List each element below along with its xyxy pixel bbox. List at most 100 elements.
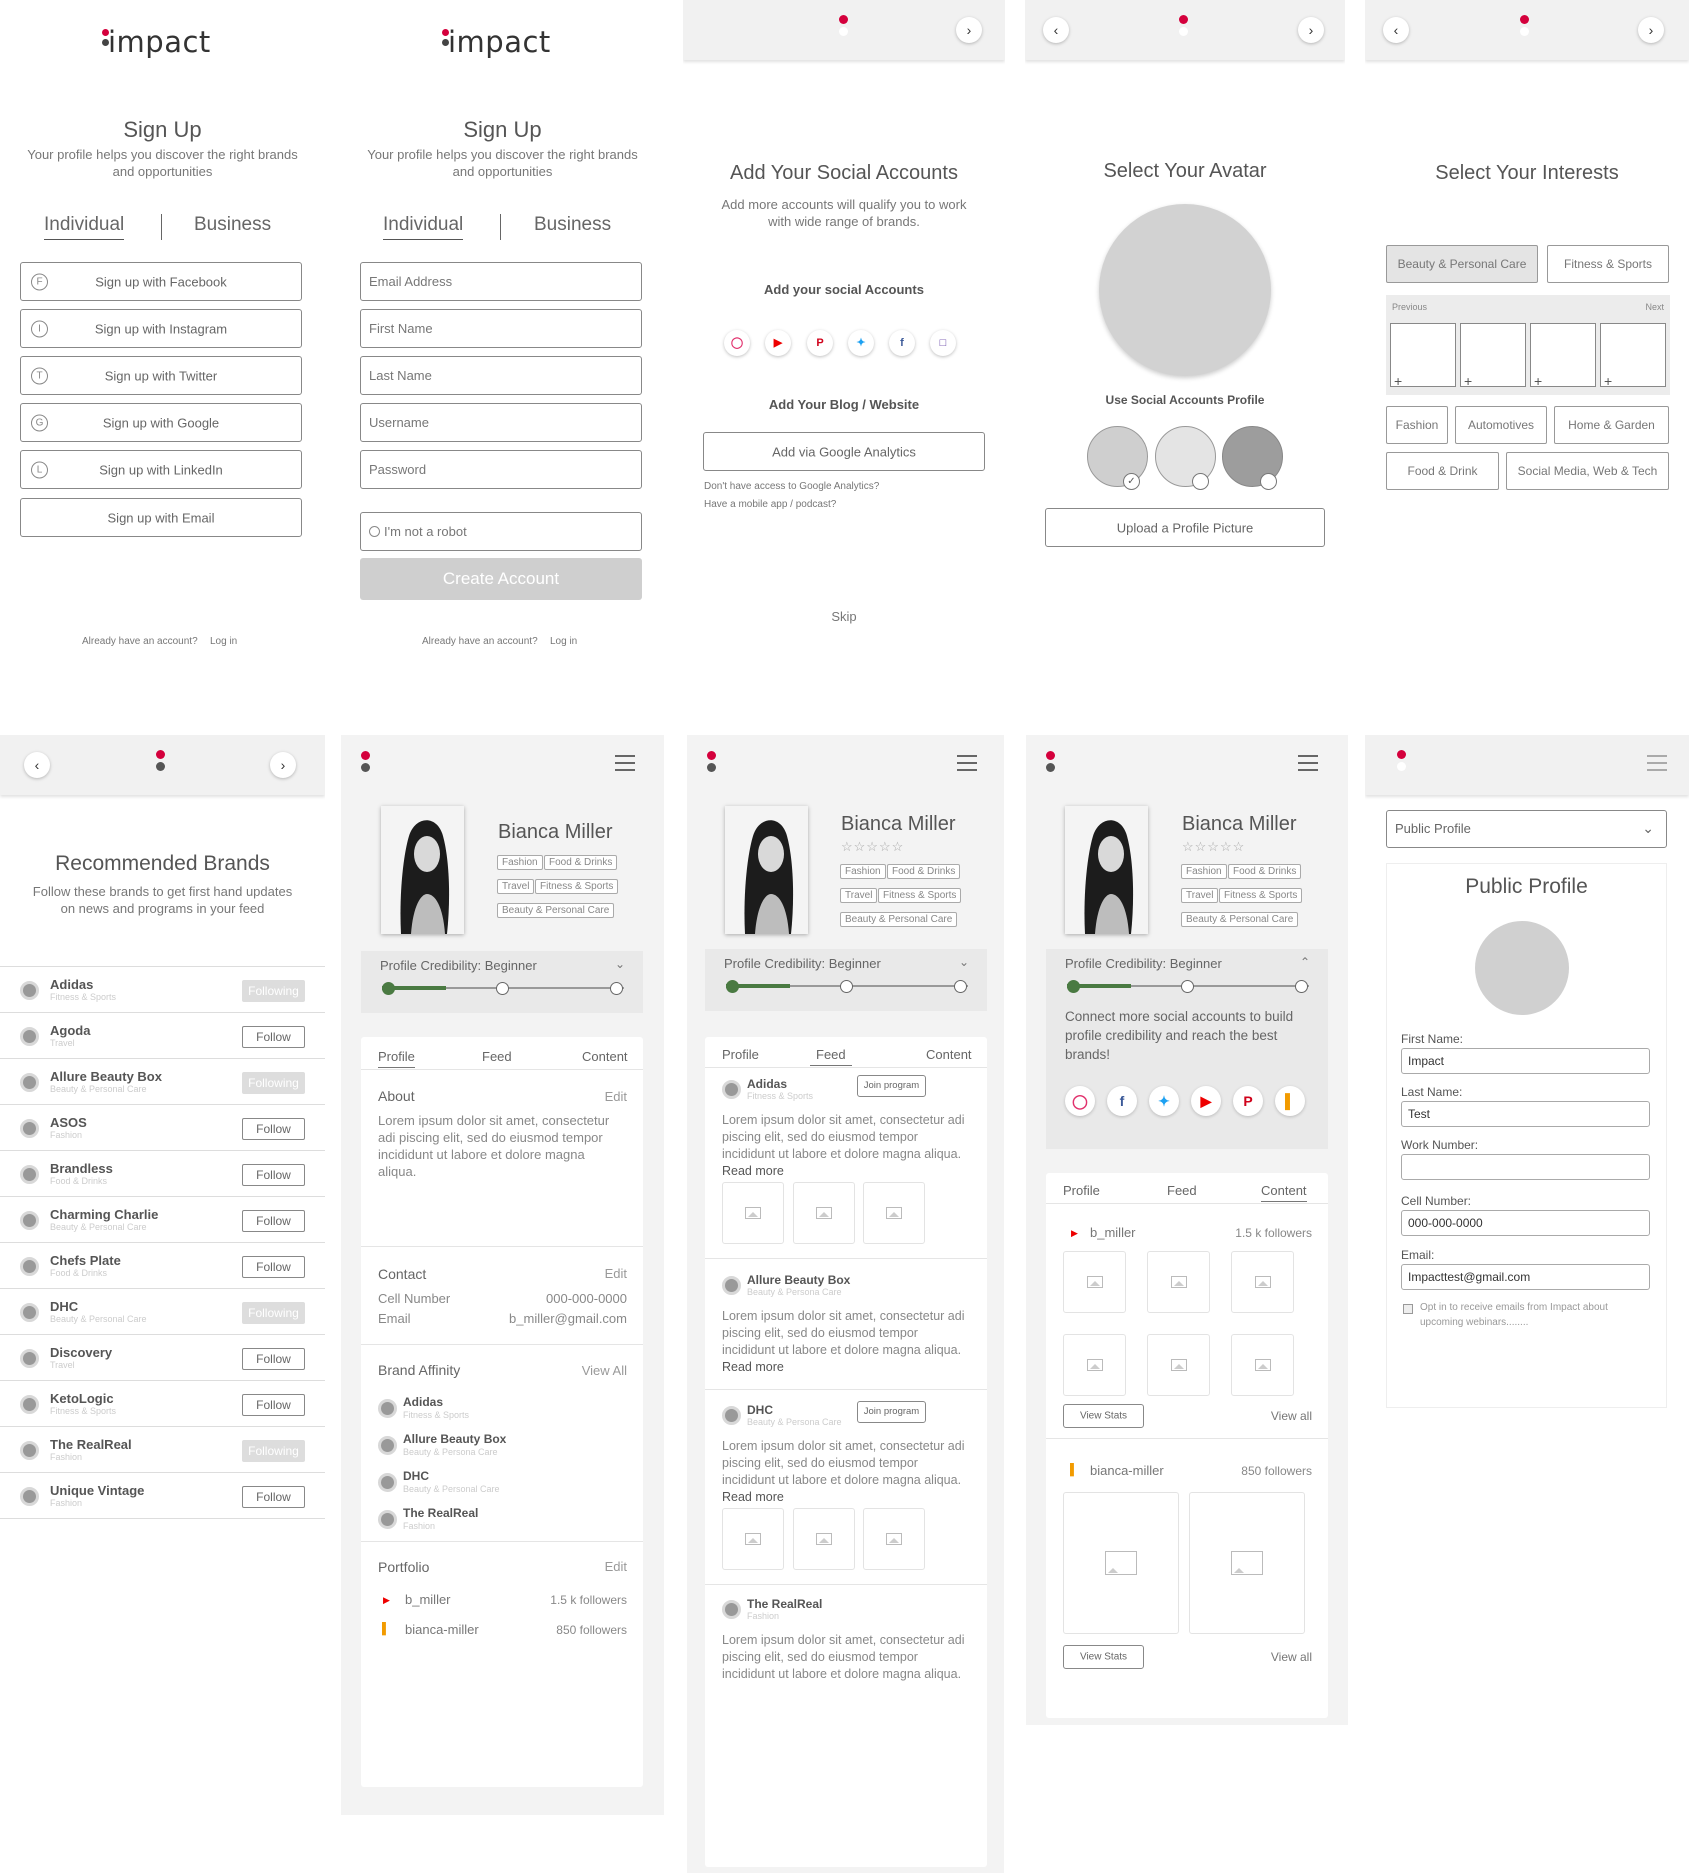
credibility-panel[interactable]: Profile Credibility: Beginner ⌄ (361, 951, 643, 1013)
subcategory-tile[interactable]: + (1530, 323, 1596, 389)
content-thumbnail[interactable] (1231, 1251, 1294, 1313)
interest-chip-automotives[interactable]: Automotives (1455, 406, 1547, 444)
tab-profile[interactable]: Profile (378, 1049, 415, 1068)
tab-content[interactable]: Content (1261, 1183, 1307, 1202)
about-edit-link[interactable]: Edit (605, 1089, 627, 1104)
opt-in-checkbox[interactable] (1403, 1304, 1413, 1314)
google-analytics-button[interactable]: Add via Google Analytics (703, 432, 985, 471)
post-thumbnail[interactable] (722, 1508, 784, 1570)
follow-button[interactable]: Follow (242, 1118, 305, 1140)
twitter-icon[interactable]: ✦ (1149, 1086, 1179, 1116)
tab-feed[interactable]: Feed (810, 1047, 852, 1066)
youtube-icon[interactable]: ▶ (765, 330, 791, 356)
signup-google-button[interactable]: G Sign up with Google (20, 403, 302, 442)
view-all-link[interactable]: View all (1271, 1650, 1312, 1664)
facebook-icon[interactable]: f (1107, 1086, 1137, 1116)
interest-chip-fashion[interactable]: Fashion (1386, 406, 1448, 444)
read-more-link[interactable]: Read more (722, 1164, 784, 1178)
affinity-brand-name[interactable]: The RealReal (403, 1506, 478, 1520)
captcha-radio[interactable] (369, 526, 380, 537)
tab-business[interactable]: Business (194, 214, 271, 236)
interest-chip-home-garden[interactable]: Home & Garden (1554, 406, 1669, 444)
login-link[interactable]: Log in (550, 636, 577, 647)
last-name-input[interactable]: Last Name (360, 356, 642, 395)
back-arrow-icon[interactable]: ‹ (1043, 17, 1069, 43)
affinity-brand-name[interactable]: DHC (403, 1469, 429, 1483)
skip-link[interactable]: Skip (683, 609, 1005, 624)
upload-picture-button[interactable]: Upload a Profile Picture (1045, 508, 1325, 547)
profile-avatar[interactable] (1475, 921, 1569, 1015)
tab-profile[interactable]: Profile (722, 1047, 759, 1062)
next-link[interactable]: Next (1645, 302, 1664, 312)
next-arrow-icon[interactable]: › (270, 752, 296, 778)
follow-button[interactable]: Follow (242, 1256, 305, 1278)
following-button[interactable]: Following (242, 1072, 305, 1094)
affinity-brand-name[interactable]: Allure Beauty Box (403, 1432, 506, 1446)
email-input[interactable]: Email Address (360, 262, 642, 301)
username-input[interactable]: Username (360, 403, 642, 442)
account-handle[interactable]: bianca-miller (1090, 1463, 1164, 1478)
menu-icon[interactable] (1647, 755, 1667, 771)
content-thumbnail[interactable] (1063, 1492, 1179, 1634)
follow-button[interactable]: Follow (242, 1026, 305, 1048)
content-thumbnail[interactable] (1147, 1251, 1210, 1313)
tab-content[interactable]: Content (926, 1047, 972, 1062)
back-arrow-icon[interactable]: ‹ (24, 752, 50, 778)
post-thumbnail[interactable] (863, 1182, 925, 1244)
affinity-brand-name[interactable]: Adidas (403, 1395, 443, 1409)
following-button[interactable]: Following (242, 1440, 305, 1462)
instagram-icon[interactable]: ◯ (724, 330, 750, 356)
tab-business[interactable]: Business (534, 214, 611, 236)
contact-edit-link[interactable]: Edit (605, 1266, 627, 1281)
join-program-button[interactable]: Join program (857, 1401, 926, 1423)
instagram-icon[interactable]: ◯ (1065, 1086, 1095, 1116)
view-all-link[interactable]: View all (1271, 1409, 1312, 1423)
signup-instagram-button[interactable]: I Sign up with Instagram (20, 309, 302, 348)
post-thumbnail[interactable] (793, 1182, 855, 1244)
post-brand-name[interactable]: Allure Beauty Box (747, 1273, 850, 1287)
last-name-field[interactable]: Test (1401, 1101, 1650, 1127)
credibility-panel[interactable]: Profile Credibility: Beginner ⌄ (705, 949, 987, 1011)
follow-button[interactable]: Follow (242, 1164, 305, 1186)
follow-button[interactable]: Follow (242, 1394, 305, 1416)
content-thumbnail[interactable] (1231, 1334, 1294, 1396)
menu-icon[interactable] (957, 755, 977, 771)
tab-individual[interactable]: Individual (44, 214, 125, 240)
next-arrow-icon[interactable]: › (1638, 17, 1664, 43)
next-arrow-icon[interactable]: › (1298, 17, 1324, 43)
next-arrow-icon[interactable]: › (956, 17, 982, 43)
tab-individual[interactable]: Individual (383, 214, 464, 240)
subcategory-tile[interactable]: + (1600, 323, 1666, 389)
password-input[interactable]: Password (360, 450, 642, 489)
captcha-field[interactable]: I'm not a robot (360, 512, 642, 551)
portfolio-edit-link[interactable]: Edit (605, 1559, 627, 1574)
post-thumbnail[interactable] (863, 1508, 925, 1570)
create-account-button[interactable]: Create Account (360, 558, 642, 600)
content-thumbnail[interactable] (1147, 1334, 1210, 1396)
follow-button[interactable]: Follow (242, 1210, 305, 1232)
view-stats-button[interactable]: View Stats (1063, 1404, 1144, 1428)
chevron-down-icon[interactable]: ⌄ (959, 955, 969, 969)
tab-content[interactable]: Content (582, 1049, 628, 1064)
post-brand-name[interactable]: Adidas (747, 1077, 787, 1091)
email-field[interactable]: Impacttest@gmail.com (1401, 1264, 1650, 1290)
signup-linkedin-button[interactable]: L Sign up with LinkedIn (20, 450, 302, 489)
post-thumbnail[interactable] (722, 1182, 784, 1244)
mobile-app-link[interactable]: Have a mobile app / podcast? (704, 499, 836, 510)
affinity-view-all[interactable]: View All (582, 1363, 627, 1378)
chevron-down-icon[interactable]: ⌄ (615, 957, 625, 971)
login-link[interactable]: Log in (210, 636, 237, 647)
portfolio-handle[interactable]: b_miller (405, 1592, 451, 1607)
tab-feed[interactable]: Feed (482, 1049, 512, 1064)
read-more-link[interactable]: Read more (722, 1360, 784, 1374)
read-more-link[interactable]: Read more (722, 1490, 784, 1504)
no-analytics-link[interactable]: Don't have access to Google Analytics? (704, 481, 879, 492)
tab-profile[interactable]: Profile (1063, 1183, 1100, 1198)
subcategory-tile[interactable]: + (1460, 323, 1526, 389)
back-arrow-icon[interactable]: ‹ (1383, 17, 1409, 43)
analytics-icon[interactable]: ▌ (1275, 1086, 1305, 1116)
twitch-icon[interactable]: □ (930, 330, 956, 356)
interest-chip-food-drink[interactable]: Food & Drink (1386, 452, 1499, 490)
signup-facebook-button[interactable]: F Sign up with Facebook (20, 262, 302, 301)
cell-number-field[interactable]: 000-000-0000 (1401, 1210, 1650, 1236)
